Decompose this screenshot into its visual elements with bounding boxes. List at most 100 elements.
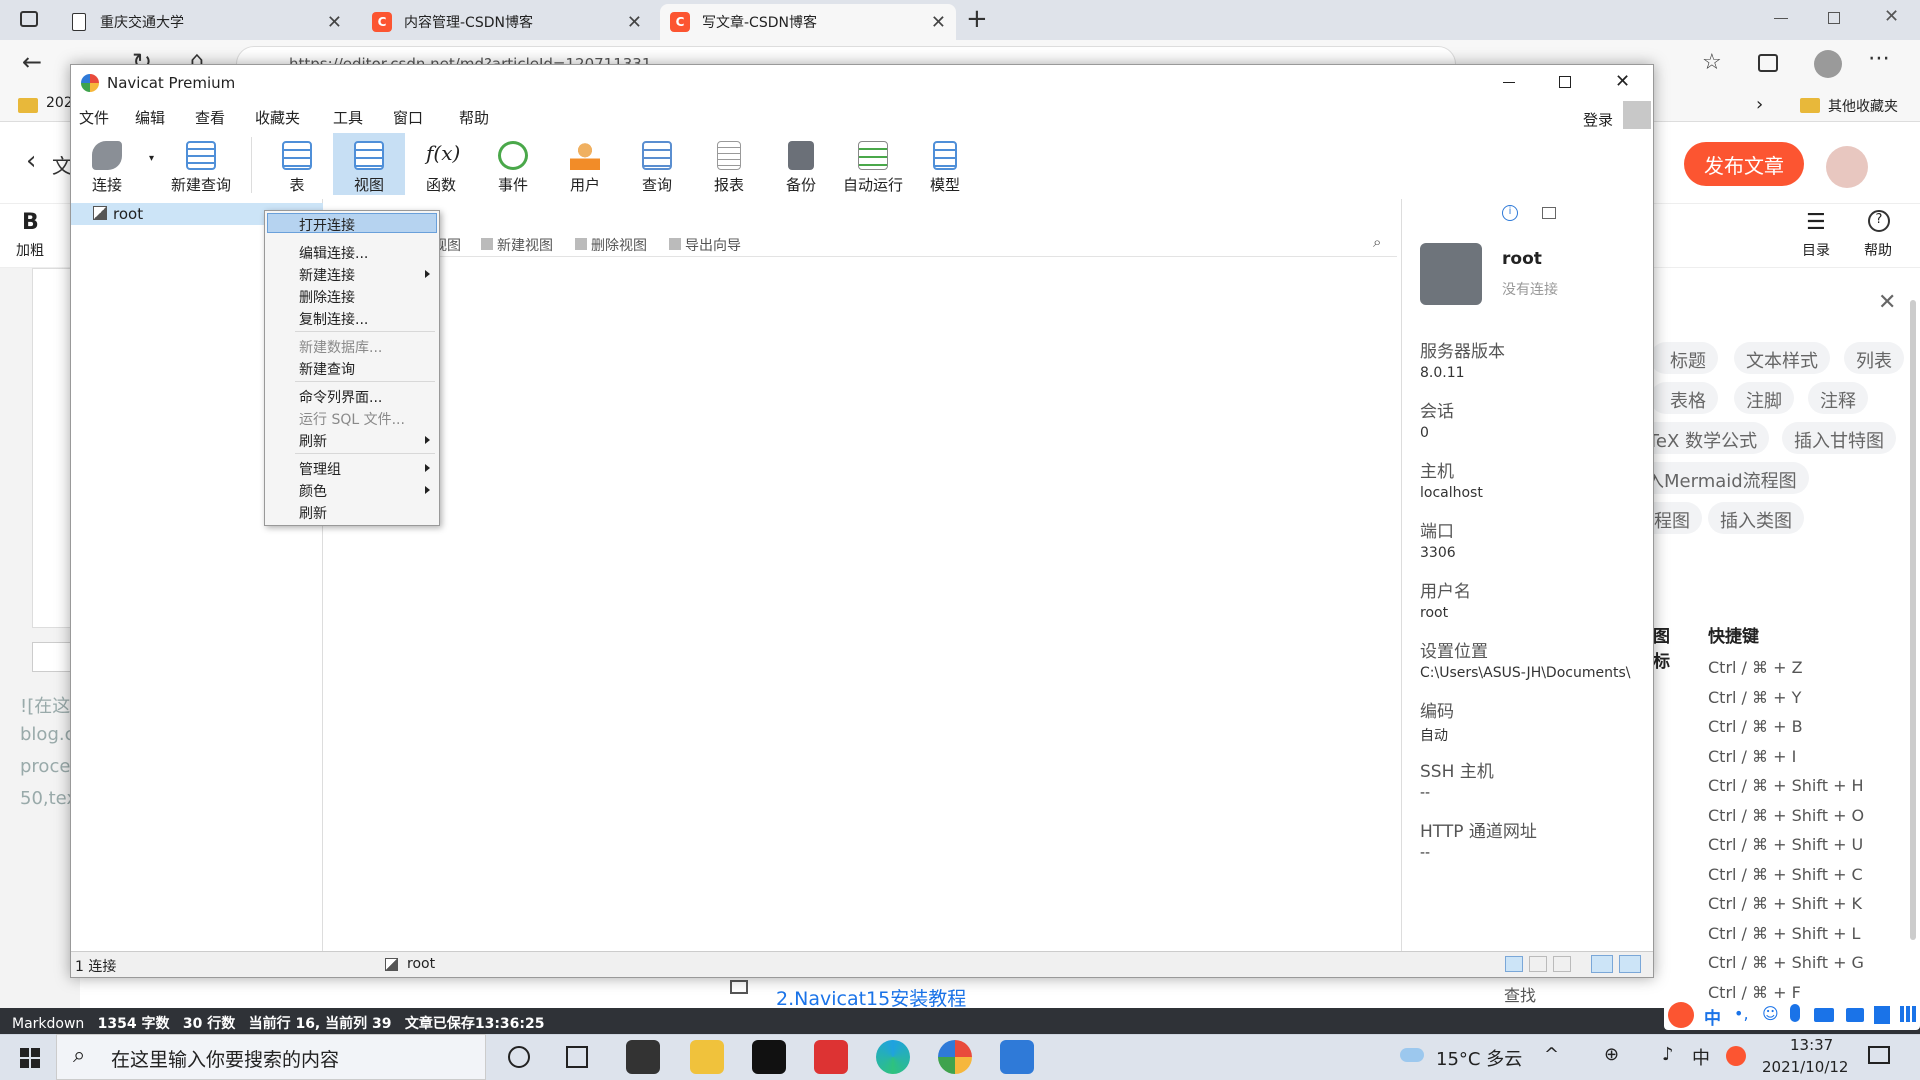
help-pill[interactable]: 列表: [1844, 342, 1904, 374]
toolbar-event[interactable]: 事件: [477, 133, 549, 195]
close-tab-icon[interactable]: ✕: [327, 12, 342, 33]
publish-article-button[interactable]: 发布文章: [1684, 142, 1804, 186]
new-view-button[interactable]: 新建视图: [481, 235, 553, 255]
help-label[interactable]: 帮助: [1864, 240, 1892, 260]
menu-view[interactable]: 查看: [195, 107, 225, 128]
back-chevron-icon[interactable]: ‹: [26, 146, 36, 176]
app-red-icon[interactable]: [814, 1040, 848, 1074]
list-view-icon[interactable]: [1529, 956, 1547, 972]
ime-indicator[interactable]: 中: [1692, 1044, 1710, 1070]
context-item-run-sql[interactable]: 运行 SQL 文件...: [299, 409, 405, 429]
delete-view-button[interactable]: 删除视图: [575, 235, 647, 255]
toc-label[interactable]: 目录: [1802, 240, 1830, 260]
toc-icon[interactable]: ☰: [1806, 210, 1826, 235]
bold-label[interactable]: 加粗: [16, 240, 44, 260]
ddl-icon[interactable]: [1542, 207, 1556, 219]
close-tab-icon[interactable]: ✕: [931, 12, 946, 33]
export-wizard-button[interactable]: 导出向导: [669, 235, 741, 255]
toolbar-backup[interactable]: 备份: [765, 133, 837, 195]
dropdown-arrow-icon[interactable]: ▾: [149, 153, 154, 164]
chevron-right-icon[interactable]: ›: [1756, 94, 1763, 115]
clock-date[interactable]: 2021/10/12: [1762, 1058, 1848, 1076]
skin-icon[interactable]: [1846, 1008, 1864, 1022]
sogou-logo-icon[interactable]: [1668, 1002, 1694, 1028]
menu-edit[interactable]: 编辑: [135, 107, 165, 128]
search-icon[interactable]: ⌕: [1373, 233, 1381, 251]
grid-menu-icon[interactable]: [1900, 1006, 1916, 1022]
collections-icon[interactable]: [1758, 54, 1778, 72]
toolbar-table[interactable]: 表: [261, 133, 333, 195]
voice-icon[interactable]: [1790, 1004, 1800, 1022]
close-window-icon[interactable]: ✕: [1884, 6, 1899, 27]
help-pill[interactable]: 文本样式: [1734, 342, 1830, 374]
taskbar-search-input[interactable]: ⌕ 在这里输入你要搜索的内容: [56, 1034, 486, 1080]
editor-button[interactable]: [32, 642, 72, 672]
context-item-copy-connection[interactable]: 复制连接...: [299, 309, 368, 329]
tab-actions-icon[interactable]: [20, 11, 38, 27]
help-pill[interactable]: 注脚: [1734, 382, 1794, 414]
context-item-new-database[interactable]: 新建数据库...: [299, 337, 382, 357]
help-pill[interactable]: 表格: [1650, 382, 1718, 414]
toolbar-autorun[interactable]: 自动运行: [837, 133, 909, 195]
tablet-app-icon[interactable]: [1000, 1040, 1034, 1074]
help-pill[interactable]: TeX 数学公式: [1636, 422, 1770, 454]
help-icon[interactable]: ?: [1868, 210, 1890, 232]
right-pane-toggle-icon[interactable]: [1619, 955, 1641, 973]
volume-icon[interactable]: ♪: [1662, 1044, 1674, 1065]
detail-view-icon[interactable]: [1553, 956, 1571, 972]
toolbar-function[interactable]: f(x) 函数: [405, 133, 477, 195]
more-menu-icon[interactable]: ⋯: [1868, 46, 1890, 71]
keyboard-icon[interactable]: [1814, 1008, 1834, 1022]
bold-icon[interactable]: B: [22, 210, 39, 235]
tray-chevron-icon[interactable]: ^: [1544, 1044, 1559, 1065]
network-icon[interactable]: ⊕: [1604, 1044, 1619, 1065]
context-item-new-query[interactable]: 新建查询: [299, 359, 355, 379]
context-item-edit-connection[interactable]: 编辑连接...: [299, 243, 368, 263]
toolbox-icon[interactable]: [1874, 1006, 1890, 1024]
grid-view-icon[interactable]: [1505, 956, 1523, 972]
favorites-icon[interactable]: ☆: [1702, 50, 1722, 75]
back-arrow-icon[interactable]: ←: [22, 48, 42, 76]
help-pill[interactable]: 插入甘特图: [1782, 422, 1896, 454]
browser-tab-cqjtu[interactable]: 重庆交通大学 ✕: [62, 4, 352, 40]
browser-tab-write-article[interactable]: C 写文章-CSDN博客 ✕: [660, 4, 956, 40]
help-pill[interactable]: 标题: [1650, 342, 1718, 374]
scrollbar[interactable]: [1910, 300, 1916, 940]
context-item-new-connection[interactable]: 新建连接: [299, 265, 355, 285]
context-item-delete-connection[interactable]: 删除连接: [299, 287, 355, 307]
help-pill[interactable]: 插入类图: [1708, 502, 1804, 534]
toolbar-connect[interactable]: 连接: [71, 133, 143, 195]
other-bookmarks[interactable]: 其他收藏夹: [1828, 96, 1898, 116]
toolbar-new-query[interactable]: 新建查询: [159, 133, 243, 195]
toolbar-model[interactable]: 模型: [909, 133, 981, 195]
context-item-manage-group[interactable]: 管理组: [299, 459, 341, 479]
user-avatar-icon[interactable]: [1623, 101, 1651, 129]
minimize-window-icon[interactable]: [1774, 18, 1788, 19]
menu-window[interactable]: 窗口: [393, 107, 423, 128]
bookmark-folder[interactable]: 202: [46, 95, 73, 111]
edge-browser-icon[interactable]: [876, 1040, 910, 1074]
new-tab-button[interactable]: +: [966, 4, 988, 34]
help-pill[interactable]: 注释: [1808, 382, 1868, 414]
context-item-label[interactable]: 打开连接: [299, 215, 355, 235]
notification-icon[interactable]: [1868, 1046, 1890, 1064]
menu-help[interactable]: 帮助: [459, 107, 489, 128]
close-icon[interactable]: ✕: [1878, 290, 1896, 315]
context-item-refresh[interactable]: 刷新: [299, 503, 327, 523]
navicat-taskbar-icon[interactable]: [938, 1040, 972, 1074]
maximize-window-icon[interactable]: [1828, 12, 1840, 24]
toolbar-view[interactable]: 视图: [333, 133, 405, 195]
menu-favorites[interactable]: 收藏夹: [255, 107, 300, 128]
toolbar-report[interactable]: 报表: [693, 133, 765, 195]
minimize-icon[interactable]: [1503, 82, 1515, 83]
editor-text-area[interactable]: [32, 268, 72, 628]
avatar[interactable]: [1826, 146, 1868, 188]
section-title-link[interactable]: 2.Navicat15安装教程: [776, 984, 966, 1011]
profile-avatar[interactable]: [1814, 50, 1842, 78]
menu-tools[interactable]: 工具: [333, 107, 363, 128]
context-item-color[interactable]: 颜色: [299, 481, 327, 501]
windows-start-icon[interactable]: [20, 1048, 40, 1068]
sogou-tray-icon[interactable]: [1726, 1046, 1746, 1066]
file-explorer-icon[interactable]: [690, 1040, 724, 1074]
menu-file[interactable]: 文件: [79, 107, 109, 128]
